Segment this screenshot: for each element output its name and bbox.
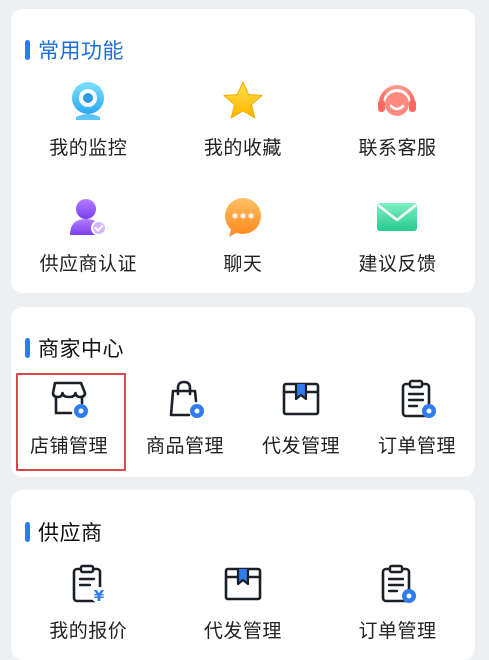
clipboard-settings-icon xyxy=(375,562,419,606)
chat-button[interactable]: 聊天 xyxy=(166,195,321,276)
box-icon xyxy=(221,562,265,606)
my-quotes-button[interactable]: ¥ 我的报价 xyxy=(11,562,166,643)
title-accent-bar xyxy=(25,40,30,60)
svg-text:¥: ¥ xyxy=(94,587,105,605)
product-management-label: 商品管理 xyxy=(145,435,224,457)
supplier-dropship-management-button[interactable]: 代发管理 xyxy=(166,562,321,643)
section-title: 供应商 xyxy=(25,517,103,547)
common-functions-card: 常用功能 我的监控 我的收藏 联系客服 供应商认证 聊天 建议反馈 xyxy=(11,9,475,293)
feedback-button[interactable]: 建议反馈 xyxy=(320,195,475,276)
product-management-button[interactable]: 商品管理 xyxy=(127,377,243,458)
star-icon xyxy=(221,79,265,123)
supplier-row: ¥ 我的报价 代发管理 订单管理 xyxy=(11,562,475,643)
camera-icon xyxy=(66,79,110,123)
my-monitor-button[interactable]: 我的监控 xyxy=(11,79,166,160)
mail-icon xyxy=(375,195,419,239)
supplier-order-management-button[interactable]: 订单管理 xyxy=(320,562,475,643)
section-title: 商家中心 xyxy=(25,333,124,363)
common-functions-row-2: 供应商认证 聊天 建议反馈 xyxy=(11,195,475,276)
contact-support-button[interactable]: 联系客服 xyxy=(320,79,475,160)
title-accent-bar xyxy=(25,338,30,358)
headset-icon xyxy=(375,79,419,123)
contact-support-label: 联系客服 xyxy=(358,137,437,159)
supplier-verification-button[interactable]: 供应商认证 xyxy=(11,195,166,276)
dropship-management-button[interactable]: 代发管理 xyxy=(243,377,359,458)
my-favorites-button[interactable]: 我的收藏 xyxy=(166,79,321,160)
supplier-dropship-management-label: 代发管理 xyxy=(203,620,282,642)
clipboard-settings-icon xyxy=(395,377,439,421)
title-accent-bar xyxy=(25,522,30,542)
my-quotes-label: 我的报价 xyxy=(49,620,128,642)
supplier-order-management-label: 订单管理 xyxy=(358,620,437,642)
chat-icon xyxy=(221,195,265,239)
feedback-label: 建议反馈 xyxy=(358,253,437,275)
common-functions-title: 常用功能 xyxy=(38,39,124,63)
supplier-card: 供应商 ¥ 我的报价 代发管理 订单管理 xyxy=(11,490,475,660)
selection-highlight xyxy=(16,373,126,471)
quote-icon: ¥ xyxy=(66,562,110,606)
bag-settings-icon xyxy=(163,377,207,421)
user-verify-icon xyxy=(66,195,110,239)
my-favorites-label: 我的收藏 xyxy=(203,137,282,159)
supplier-title: 供应商 xyxy=(38,521,103,545)
section-title: 常用功能 xyxy=(25,35,124,65)
order-management-label: 订单管理 xyxy=(377,435,456,457)
my-monitor-label: 我的监控 xyxy=(49,137,128,159)
box-icon xyxy=(279,377,323,421)
merchant-center-title: 商家中心 xyxy=(38,337,124,361)
dropship-management-label: 代发管理 xyxy=(261,435,340,457)
order-management-button[interactable]: 订单管理 xyxy=(359,377,475,458)
chat-label: 聊天 xyxy=(223,253,263,275)
supplier-verification-label: 供应商认证 xyxy=(39,253,138,275)
common-functions-row-1: 我的监控 我的收藏 联系客服 xyxy=(11,79,475,160)
